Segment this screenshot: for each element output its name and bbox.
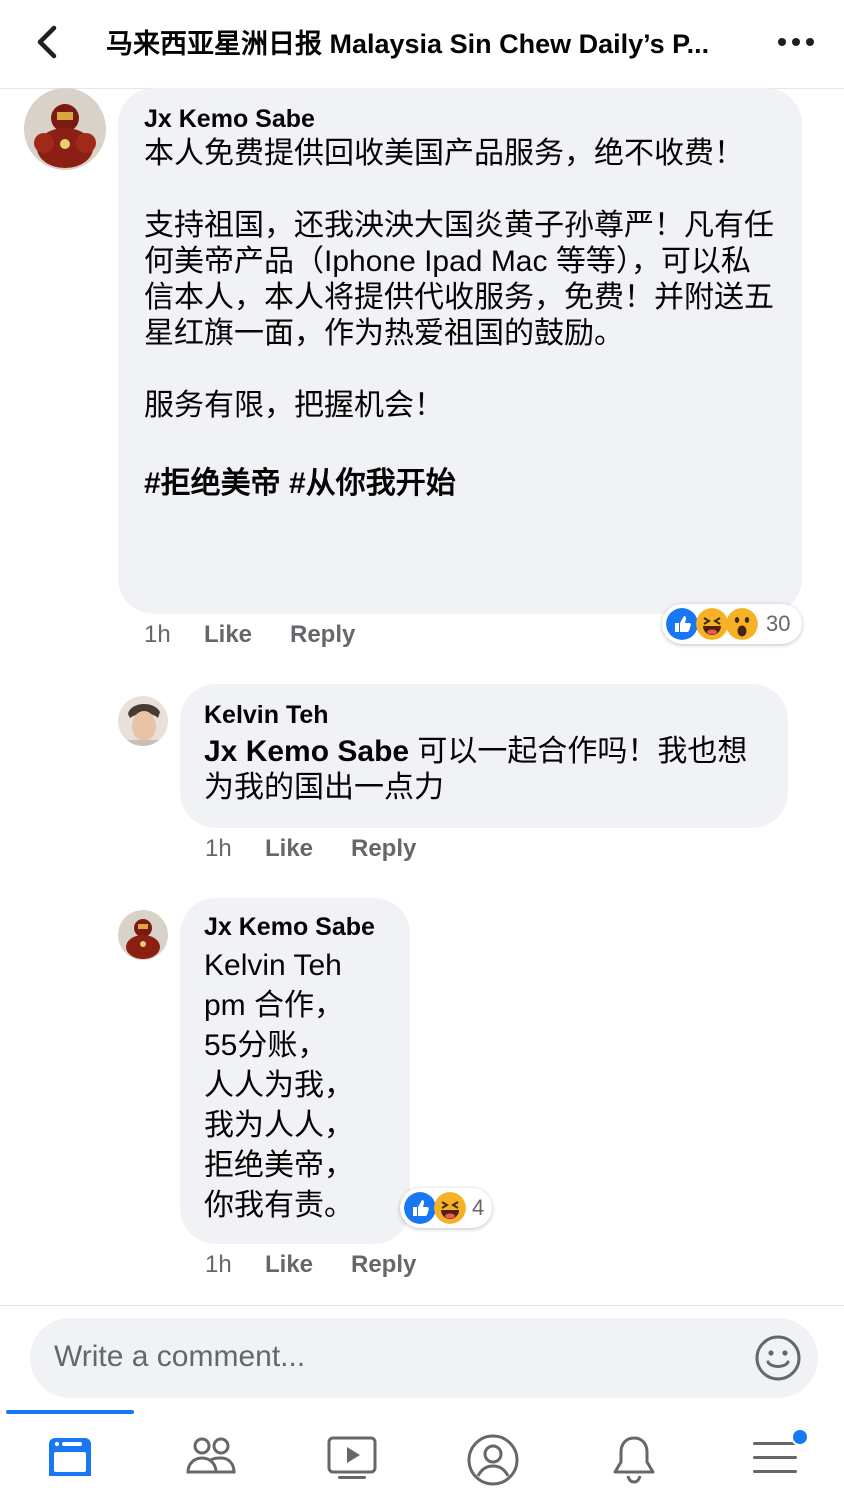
mention-link[interactable]: Kelvin Teh xyxy=(204,946,386,986)
comment-line: 我为人人， xyxy=(204,1109,354,1142)
comment-paragraph: 支持祖国，还我泱泱大国炎黄子孙尊严！凡有任何美帝产品（Iphone Ipad M… xyxy=(144,209,774,350)
notification-badge xyxy=(791,1428,809,1446)
comment-bubble[interactable]: Jx Kemo Sabe Kelvin Teh pm 合作， 55分账， 人人为… xyxy=(180,898,410,1244)
avatar-image xyxy=(118,910,168,960)
avatar-image xyxy=(24,88,106,170)
comment-text: Jx Kemo Sabe 可以一起合作吗！我也想为我的国出一点力 xyxy=(204,734,764,806)
comment-time: 1h xyxy=(205,1251,232,1278)
comment-line: 人人为我， xyxy=(204,1069,354,1102)
more-options-button[interactable] xyxy=(776,26,816,56)
avatar[interactable] xyxy=(118,696,168,746)
like-icon xyxy=(666,608,698,640)
comment-author[interactable]: Kelvin Teh xyxy=(204,700,764,730)
comment-actions: 1h Like Reply xyxy=(205,1251,605,1281)
comment-paragraph: 服务有限，把握机会！ xyxy=(144,389,444,422)
comment-actions: 1h Like Reply xyxy=(205,835,605,865)
tab-watch[interactable] xyxy=(322,1432,382,1488)
reaction-summary[interactable]: 30 xyxy=(662,604,802,644)
comment-line: 你我有责。 xyxy=(204,1189,354,1222)
news-feed-icon xyxy=(49,1438,91,1476)
reaction-count: 4 xyxy=(472,1195,485,1220)
reply-button[interactable]: Reply xyxy=(351,835,416,863)
active-tab-indicator xyxy=(6,1410,134,1414)
emoji-icon[interactable] xyxy=(754,1334,802,1382)
profile-icon xyxy=(467,1434,519,1486)
haha-icon xyxy=(434,1192,466,1224)
comment-composer-bar: Write a comment... xyxy=(0,1305,844,1411)
comment-author[interactable]: Jx Kemo Sabe xyxy=(204,912,386,942)
comment-time: 1h xyxy=(144,621,171,648)
notifications-icon xyxy=(613,1436,655,1484)
tab-groups[interactable] xyxy=(181,1432,241,1488)
dot xyxy=(806,38,814,46)
avatar-image xyxy=(118,696,168,746)
top-bar: 马来西亚星洲日报 Malaysia Sin Chew Daily’s P... xyxy=(0,0,844,89)
comment-line: 拒绝美帝， xyxy=(204,1149,354,1182)
watch-icon xyxy=(327,1436,377,1479)
wow-icon xyxy=(726,608,758,640)
hashtags[interactable]: #拒绝美帝 #从你我开始 xyxy=(144,466,776,502)
dot xyxy=(778,38,786,46)
tab-menu[interactable] xyxy=(745,1428,809,1488)
groups-icon xyxy=(186,1437,236,1474)
tab-notifications[interactable] xyxy=(604,1432,664,1488)
back-button[interactable] xyxy=(30,22,66,62)
bottom-tab-bar xyxy=(0,1410,844,1500)
avatar[interactable] xyxy=(118,910,168,960)
like-icon xyxy=(404,1192,436,1224)
avatar[interactable] xyxy=(24,88,106,170)
reaction-summary[interactable]: 4 xyxy=(400,1188,492,1228)
like-button[interactable]: Like xyxy=(265,835,313,863)
comment-bubble[interactable]: Kelvin Teh Jx Kemo Sabe 可以一起合作吗！我也想为我的国出… xyxy=(180,684,788,828)
mention-link[interactable]: Jx Kemo Sabe xyxy=(204,735,409,768)
dot xyxy=(792,38,800,46)
comment-placeholder: Write a comment... xyxy=(54,1340,306,1373)
comment-author[interactable]: Jx Kemo Sabe xyxy=(144,104,776,134)
comment-time: 1h xyxy=(205,835,232,862)
reaction-count: 30 xyxy=(766,611,791,636)
like-button[interactable]: Like xyxy=(204,621,252,649)
comment-input[interactable]: Write a comment... xyxy=(30,1318,818,1398)
comment-actions: 1h Like Reply xyxy=(144,621,544,651)
page-title: 马来西亚星洲日报 Malaysia Sin Chew Daily’s P... xyxy=(106,29,710,59)
reply-button[interactable]: Reply xyxy=(290,621,355,649)
chevron-left-icon xyxy=(37,25,57,59)
like-button[interactable]: Like xyxy=(265,1251,313,1279)
tab-profile[interactable] xyxy=(463,1432,523,1488)
comment-paragraph: 本人免费提供回收美国产品服务，绝不收费！ xyxy=(144,137,744,170)
comment-line: pm 合作， xyxy=(204,989,345,1022)
tab-news-feed[interactable] xyxy=(40,1432,100,1488)
comment-bubble[interactable]: Jx Kemo Sabe 本人免费提供回收美国产品服务，绝不收费！ 支持祖国，还… xyxy=(118,88,802,614)
comment-line: 55分账， xyxy=(204,1029,328,1062)
reply-button[interactable]: Reply xyxy=(351,1251,416,1279)
haha-icon xyxy=(696,608,728,640)
